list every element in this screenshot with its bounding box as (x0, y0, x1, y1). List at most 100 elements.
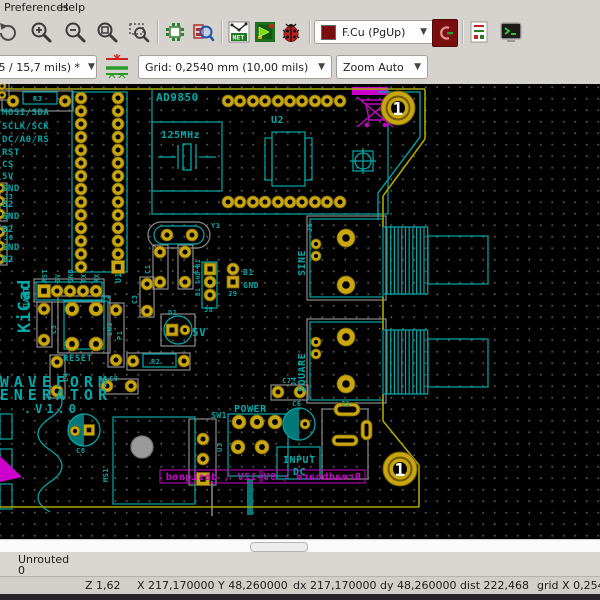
footprint-mode-icon (255, 22, 275, 42)
pcb-label: 1 (392, 99, 403, 120)
zoom-selection-button[interactable] (126, 19, 152, 45)
layer-selector-dropdown[interactable]: F.Cu (PgUp) ▼ (314, 20, 434, 44)
layers-manager-icon (470, 21, 488, 43)
pcb-label: RST (41, 269, 49, 283)
pcb-label: C5 (50, 325, 58, 334)
redo-button[interactable] (0, 19, 20, 45)
zoom-value: Zoom Auto (343, 60, 404, 74)
chevron-down-icon: ▼ (420, 27, 427, 37)
pcb-label: R2 (151, 358, 160, 366)
zoom-fit-button[interactable] (94, 19, 120, 45)
pcb-label: 5V (2, 172, 14, 182)
second-toolbar: ,5 / 15,7 mils) * ▼ Grid: 0,2540 mm (10,… (0, 50, 600, 85)
pcb-label: SW1 (211, 411, 227, 420)
toolbar-separator (221, 20, 223, 44)
unrouted-label: Unrouted (18, 553, 70, 566)
grid-dropdown[interactable]: Grid: 0,2540 mm (10,00 mils) ▼ (138, 55, 332, 79)
svg-text:NET: NET (233, 34, 245, 42)
layers-manager-button[interactable] (466, 19, 492, 45)
zoom-dropdown[interactable]: Zoom Auto ▼ (336, 55, 428, 79)
zoom-readout: Z 1,62 (85, 579, 121, 592)
pcb-label: J5 (306, 223, 314, 232)
delta-readout: dx 217,170000 dy 48,260000 dist 222,468 (293, 579, 530, 592)
chevron-down-icon: ▼ (88, 62, 95, 72)
pcb-label: 5V (192, 326, 206, 339)
pcb-label: POWER (234, 404, 267, 415)
pcb-label: SW3 (106, 322, 114, 336)
horizontal-scrollbar[interactable] (0, 539, 600, 553)
pcb-label: 1 (394, 460, 405, 481)
pcb-label: AD9850 (156, 91, 199, 104)
pcb-label: B2 (2, 200, 14, 210)
coordinate-statusbar: Z 1,62 X 217,170000 Y 48,260000 dx 217,1… (0, 576, 600, 595)
footprint-viewer-icon (193, 24, 215, 42)
zoom-fit-icon (97, 22, 118, 43)
zoom-out-button[interactable] (62, 19, 88, 45)
footprint-editor-icon (166, 23, 184, 41)
footprint-viewer-button[interactable] (190, 19, 216, 45)
menu-help[interactable]: Help (60, 1, 85, 14)
layer-selector-value: F.Cu (PgUp) (342, 25, 406, 39)
menubar: Preferences Help (0, 0, 600, 15)
pcb-label: C6 (292, 400, 301, 408)
pcb-label: GND (243, 281, 259, 290)
pcb-label: B1 (243, 268, 254, 277)
pcb-canvas[interactable]: AD9850 125MHz U2 R3 MOSI/SDA SCLK/SCK DC/A0/RS… (0, 84, 600, 539)
zoom-in-icon (31, 22, 52, 43)
kicad-pcbnew-window: { "menubar": {"items":[{"label":"Prefere… (0, 0, 600, 600)
pcb-label: U2 (271, 115, 284, 126)
pcb-label: Breadboard \ 9V~12V \ designed (165, 471, 361, 483)
track-width-settings-button[interactable] (102, 52, 132, 80)
scrollbar-thumb[interactable] (250, 542, 308, 552)
pcb-label: SINE (297, 250, 308, 276)
read-netlist-button[interactable]: NET (226, 19, 252, 45)
pcb-label: J1 (341, 400, 350, 408)
pcb-label: 5V (54, 273, 62, 283)
toolbar-separator (462, 20, 464, 44)
pcb-label: GND (2, 212, 20, 222)
scripting-console-button[interactable] (498, 19, 524, 45)
pcb-label: SQUARE (297, 353, 308, 392)
pcb-label: INPUT (283, 455, 316, 466)
pcb-drawing: AD9850 125MHz U2 R3 MOSI/SDA SCLK/SCK DC/A0/RS… (0, 84, 489, 516)
pcb-label: C8 (76, 447, 85, 455)
menu-preferences[interactable]: Preferences (4, 1, 69, 14)
cursor-readout: X 217,170000 Y 48,260000 (137, 579, 288, 592)
drc-button[interactable] (278, 19, 304, 45)
footprint-editor-button[interactable] (162, 19, 188, 45)
window-bottom-edge (0, 594, 600, 600)
zoom-selection-icon (129, 23, 150, 43)
pcb-label: B1 GND B1 (195, 259, 202, 296)
toolbar-separator (157, 20, 159, 44)
pcb-label: B2 (2, 255, 14, 265)
pcb-label: MOSI/SDA (2, 108, 49, 118)
pcb-label: MS1 (102, 468, 110, 482)
pcb-label: J9 (228, 290, 237, 298)
footprint-mode-button[interactable] (252, 19, 278, 45)
pcb-label: SCLK/SCK (2, 122, 49, 132)
track-width-dropdown[interactable]: ,5 / 15,7 mils) * ▼ (0, 55, 97, 79)
pcb-label: J8 (204, 306, 213, 314)
pcb-label: RST (2, 148, 20, 158)
pcb-label: Y1 (211, 222, 220, 230)
grid-readout: grid X 0,25400 (537, 579, 600, 592)
status-panel: Unrouted 0 (0, 552, 600, 577)
pcb-label: GND (2, 243, 20, 253)
track-width-value: ,5 / 15,7 mils) * (0, 60, 81, 74)
track-width-settings-icon (106, 54, 128, 79)
pcb-label: .V1.0 (24, 402, 80, 416)
pcb-label: 125MHz (161, 130, 200, 141)
pcb-label: TX (80, 273, 88, 283)
zoom-in-button[interactable] (28, 19, 54, 45)
pcb-label: GND (67, 269, 75, 283)
scripting-console-icon (500, 22, 522, 42)
pcb-label: R3 (33, 95, 42, 103)
redo-icon (0, 23, 16, 41)
pcb-label: D1 (168, 309, 177, 317)
microwave-tools-button[interactable] (432, 19, 458, 47)
pcb-label: RESET (63, 354, 93, 364)
pcb-label: J2 (103, 295, 111, 304)
pcb-label: KiCad (15, 279, 35, 333)
toolbar-separator (309, 20, 311, 44)
chevron-down-icon: ▼ (318, 62, 325, 72)
